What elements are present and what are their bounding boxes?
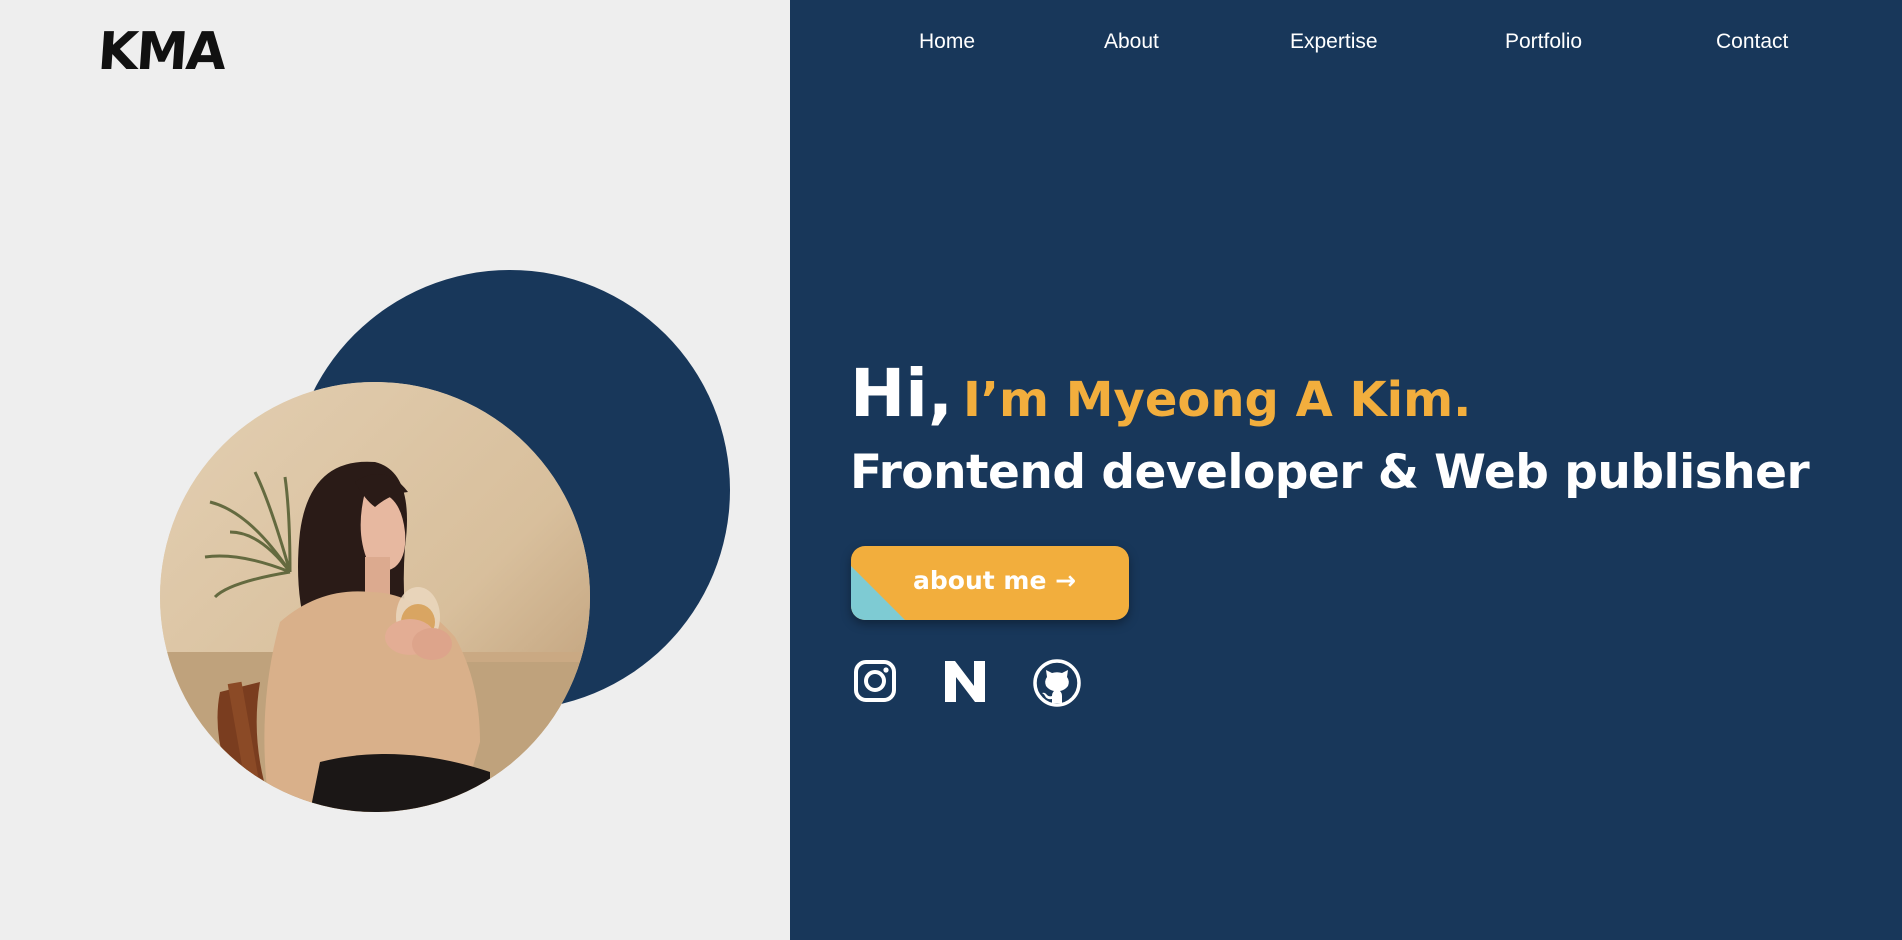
button-corner-accent (851, 566, 905, 620)
notion-icon[interactable] (942, 658, 990, 708)
nav-item-home[interactable]: Home (919, 30, 975, 54)
nav-item-expertise[interactable]: Expertise (1290, 30, 1378, 54)
main-nav: Home About Expertise Portfolio Contact (0, 30, 1902, 66)
github-icon[interactable] (1032, 658, 1081, 708)
hero-name: I’m Myeong A Kim. (962, 372, 1472, 428)
hero-hi: Hi, (850, 355, 953, 432)
profile-photo (160, 382, 590, 812)
hero-greeting: Hi, I’m Myeong A Kim. (850, 355, 1471, 432)
hero-tagline: Frontend developer & Web publisher (850, 445, 1810, 500)
profile-photo-illustration (160, 382, 590, 812)
instagram-icon[interactable] (852, 658, 900, 708)
nav-item-portfolio[interactable]: Portfolio (1505, 30, 1582, 54)
nav-item-about[interactable]: About (1104, 30, 1159, 54)
about-me-button-label: about me → (913, 566, 1077, 595)
page: KMA Home About Expertise Portfolio Conta… (0, 0, 1902, 940)
nav-item-contact[interactable]: Contact (1716, 30, 1788, 54)
about-me-button[interactable]: about me → (851, 546, 1129, 620)
